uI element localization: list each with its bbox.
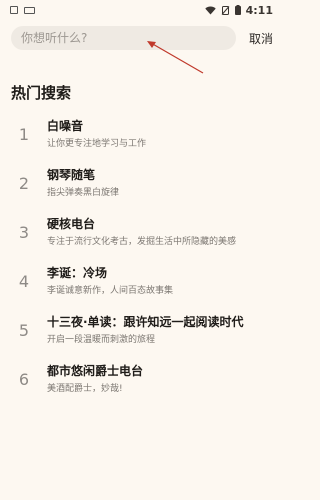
hot-item-rank: 4 <box>18 272 30 291</box>
search-input[interactable] <box>21 31 236 45</box>
hot-item-4[interactable]: 4 李诞：冷场 李诞诚意新作，人间百态故事集 <box>0 261 281 310</box>
hot-search-title: 热门搜索 <box>11 84 72 102</box>
hot-item-title: 白噪音 <box>47 119 84 133</box>
hot-item-rank: 3 <box>18 223 30 242</box>
hot-item-rank: 1 <box>18 125 30 144</box>
keyboard-icon <box>24 6 35 14</box>
search-box[interactable] <box>11 26 236 50</box>
battery-icon <box>234 5 241 15</box>
notification-square-icon <box>10 6 18 14</box>
hot-item-title: 李诞：冷场 <box>47 266 108 280</box>
hot-item-desc: 美酒配爵士，妙哉! <box>47 384 123 394</box>
hot-item-rank: 2 <box>18 174 30 193</box>
hot-search-list: 1 白噪音 让你更专注地学习与工作 2 钢琴随笔 指尖弹奏黑白旋律 3 硬核电台… <box>0 114 281 408</box>
hot-item-6[interactable]: 6 都市悠闲爵士电台 美酒配爵士，妙哉! <box>0 359 281 408</box>
hot-item-title: 钢琴随笔 <box>47 168 96 182</box>
search-row: 取消 <box>11 26 273 50</box>
hot-item-desc: 李诞诚意新作，人间百态故事集 <box>47 286 174 296</box>
hot-item-desc: 指尖弹奏黑白旋律 <box>47 188 120 198</box>
status-bar: 4:11 <box>0 0 281 20</box>
hot-item-desc: 开启一段温暖而刺激的旅程 <box>47 335 156 345</box>
cancel-button[interactable]: 取消 <box>249 30 273 47</box>
no-sim-icon <box>221 5 230 15</box>
status-right: 4:11 <box>204 3 273 17</box>
hot-item-title: 十三夜·单读：跟许知远一起阅读时代 <box>47 315 244 329</box>
hot-item-desc: 让你更专注地学习与工作 <box>47 139 147 149</box>
status-time: 4:11 <box>245 3 273 17</box>
hot-item-title: 硬核电台 <box>47 217 96 231</box>
hot-item-rank: 5 <box>18 321 30 340</box>
hot-item-rank: 6 <box>18 370 30 389</box>
hot-item-1[interactable]: 1 白噪音 让你更专注地学习与工作 <box>0 114 281 163</box>
hot-item-2[interactable]: 2 钢琴随笔 指尖弹奏黑白旋律 <box>0 163 281 212</box>
status-left <box>10 6 35 14</box>
wifi-icon <box>204 6 216 14</box>
hot-item-title: 都市悠闲爵士电台 <box>47 364 144 378</box>
hot-item-5[interactable]: 5 十三夜·单读：跟许知远一起阅读时代 开启一段温暖而刺激的旅程 <box>0 310 281 359</box>
hot-item-desc: 专注于流行文化考古，发掘生活中所隐藏的美感 <box>47 237 237 247</box>
hot-item-3[interactable]: 3 硬核电台 专注于流行文化考古，发掘生活中所隐藏的美感 <box>0 212 281 261</box>
